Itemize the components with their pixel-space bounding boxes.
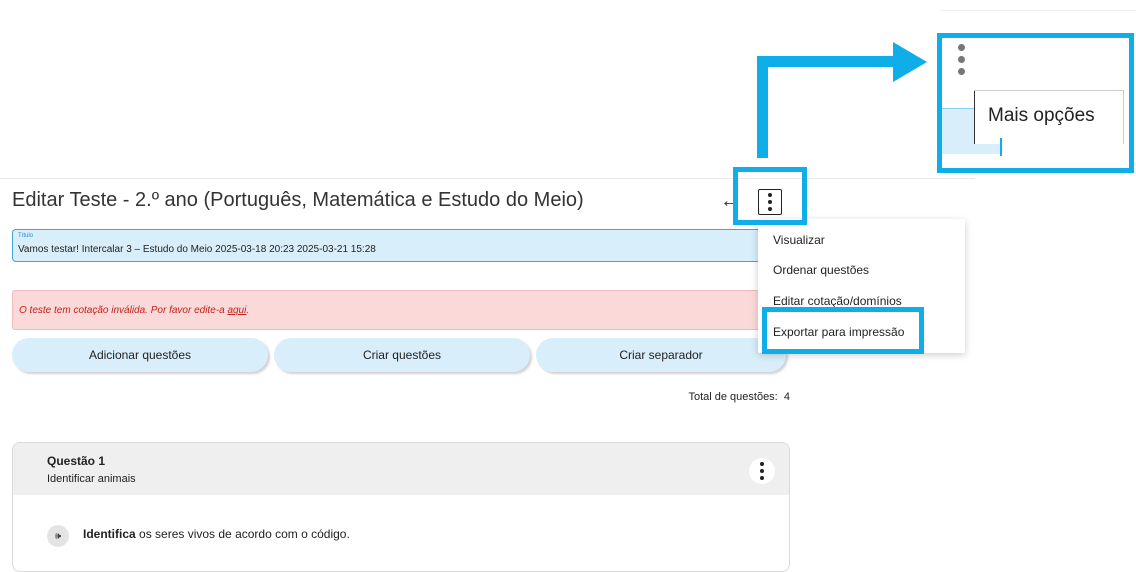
- kebab-icon: [760, 462, 764, 480]
- annotation-arrow-head-icon: [893, 42, 927, 82]
- question-options-button[interactable]: [749, 458, 775, 484]
- add-questions-button[interactable]: Adicionar questões: [12, 338, 268, 372]
- annotation-arrow-horizontal: [757, 56, 897, 67]
- highlight-more-options: [733, 167, 807, 225]
- highlight-export-print: [762, 307, 924, 354]
- error-message: O teste tem cotação inválida. Por favor …: [19, 305, 250, 316]
- zoom-tooltip-text: Mais opções: [988, 105, 1095, 126]
- zoom-field-border: [942, 108, 974, 109]
- top-divider-right: [940, 10, 1136, 11]
- question-title: Questão 1: [47, 454, 106, 468]
- menu-item-visualize[interactable]: Visualizar: [773, 233, 825, 247]
- total-questions-value: 4: [783, 391, 790, 403]
- audio-icon[interactable]: 🕪: [47, 525, 69, 547]
- menu-item-edit-grading[interactable]: Editar cotação/domínios: [773, 294, 902, 308]
- question-statement: Identifica os seres vivos de acordo com …: [83, 527, 350, 541]
- title-field-value[interactable]: Vamos testar! Intercalar 3 – Estudo do M…: [18, 244, 376, 255]
- menu-item-order-questions[interactable]: Ordenar questões: [773, 263, 869, 277]
- annotation-arrow-vertical: [757, 56, 768, 158]
- total-questions: Total de questões: 4: [688, 391, 790, 403]
- question-card: Questão 1 Identificar animais 🕪 Identifi…: [12, 442, 790, 572]
- error-banner: O teste tem cotação inválida. Por favor …: [12, 290, 782, 330]
- create-separator-button[interactable]: Criar separador: [536, 338, 786, 372]
- error-edit-link[interactable]: aqui: [227, 305, 246, 316]
- zoom-kebab-icon: [958, 44, 965, 75]
- title-field-label: Título: [18, 233, 34, 239]
- create-questions-button[interactable]: Criar questões: [274, 338, 530, 372]
- top-divider: [0, 178, 975, 179]
- zoom-cursor-tick: [1000, 138, 1002, 156]
- question-header: Questão 1 Identificar animais: [13, 443, 789, 495]
- page-title: Editar Teste - 2.º ano (Português, Matem…: [12, 189, 584, 211]
- question-subtitle: Identificar animais: [47, 473, 136, 485]
- title-field[interactable]: Título Vamos testar! Intercalar 3 – Estu…: [12, 229, 782, 262]
